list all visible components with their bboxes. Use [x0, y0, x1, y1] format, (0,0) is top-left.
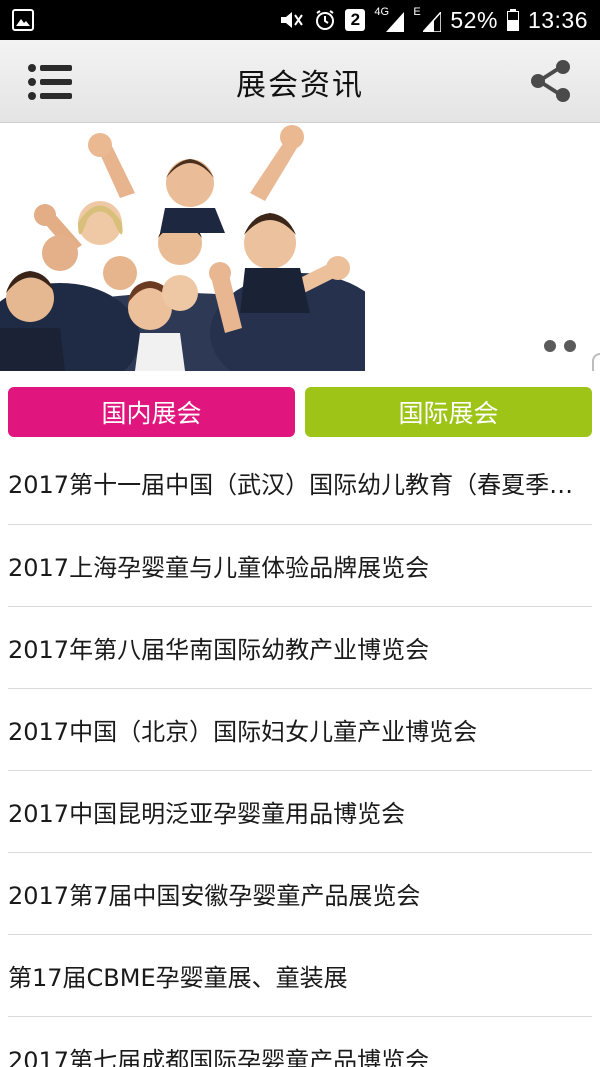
- gallery-notification-icon: [12, 9, 34, 31]
- list-item-title: 2017中国（北京）国际妇女儿童产业博览会: [8, 718, 478, 746]
- list-item-title: 2017年第八届华南国际幼教产业博览会: [8, 636, 430, 664]
- list-item-title: 2017中国昆明泛亚孕婴童用品博览会: [8, 800, 406, 828]
- list-item[interactable]: 第17届CBME孕婴童展、童装展: [8, 935, 592, 1017]
- pager-dot[interactable]: [544, 340, 556, 352]
- clock: 13:36: [527, 6, 588, 33]
- exhibition-tabs: 国内展会 国际展会: [8, 387, 592, 437]
- list-item[interactable]: 2017年第八届华南国际幼教产业博览会: [8, 607, 592, 689]
- battery-percent: 52%: [450, 6, 498, 33]
- mute-icon: [281, 12, 304, 28]
- signal-4g-icon: 4G: [374, 6, 405, 32]
- tab-international[interactable]: 国际展会: [305, 387, 592, 437]
- list-item-title: 第17届CBME孕婴童展、童装展: [8, 964, 348, 992]
- banner-carousel[interactable]: [0, 123, 600, 371]
- share-icon[interactable]: [528, 58, 574, 104]
- list-item[interactable]: 2017第七届成都国际孕婴童产品博览会: [8, 1017, 592, 1067]
- exhibition-list: 2017第十一届中国（武汉）国际幼儿教育（春夏季）博览会 2017上海孕婴童与儿…: [8, 441, 592, 1067]
- list-item-title: 2017第十一届中国（武汉）国际幼儿教育（春夏季）博览会: [8, 471, 592, 499]
- app-bar: 展会资讯: [0, 40, 600, 123]
- side-drawer-handle[interactable]: [592, 353, 600, 371]
- signal-e-icon: E: [413, 6, 442, 32]
- list-item[interactable]: 2017中国（北京）国际妇女儿童产业博览会: [8, 689, 592, 771]
- tab-domestic[interactable]: 国内展会: [8, 387, 295, 437]
- list-item[interactable]: 2017第十一届中国（武汉）国际幼儿教育（春夏季）博览会: [8, 441, 592, 525]
- status-bar: 2 4G E 52% 13:36: [0, 0, 600, 40]
- list-item[interactable]: 2017中国昆明泛亚孕婴童用品博览会: [8, 771, 592, 853]
- alarm-icon: [316, 10, 335, 30]
- list-item[interactable]: 2017第7届中国安徽孕婴童产品展览会: [8, 853, 592, 935]
- sim-badge: 2: [345, 9, 366, 31]
- page-title: 展会资讯: [236, 67, 364, 103]
- list-item[interactable]: 2017上海孕婴童与儿童体验品牌展览会: [8, 525, 592, 607]
- pager-dot[interactable]: [564, 340, 576, 352]
- battery-icon: [506, 9, 519, 31]
- carousel-pager: [544, 340, 576, 352]
- list-item-title: 2017第七届成都国际孕婴童产品博览会: [8, 1046, 430, 1067]
- network-e-label: E: [413, 6, 421, 18]
- banner-image: [0, 123, 365, 371]
- list-item-title: 2017第7届中国安徽孕婴童产品展览会: [8, 882, 421, 910]
- list-item-title: 2017上海孕婴童与儿童体验品牌展览会: [8, 554, 430, 582]
